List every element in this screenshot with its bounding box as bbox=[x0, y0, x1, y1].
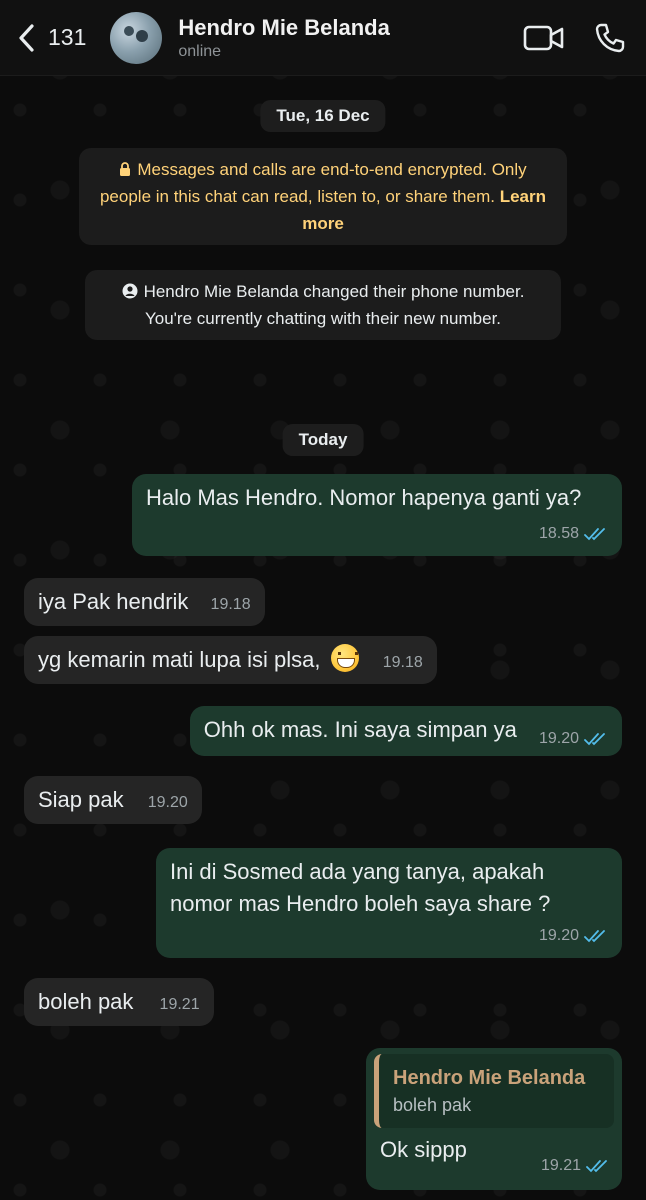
message-time: 19.21 bbox=[159, 996, 200, 1013]
message-time: 19.20 bbox=[538, 927, 579, 944]
message-time: 19.21 bbox=[540, 1157, 581, 1174]
date-separator: Tue, 16 Dec bbox=[260, 100, 386, 132]
message-meta: 19.21 bbox=[541, 1150, 610, 1182]
message-text: Ohh ok mas. Ini saya simpan ya bbox=[203, 717, 517, 742]
message-meta: 19.20 bbox=[539, 723, 608, 755]
contact-status: online bbox=[178, 42, 222, 60]
message-bubble-incoming[interactable]: Siap pak 19.20 bbox=[24, 776, 202, 824]
video-call-button[interactable] bbox=[522, 18, 566, 58]
message-meta: 19.20 bbox=[539, 920, 608, 952]
message-time: 19.18 bbox=[210, 596, 251, 613]
message-text: Ini di Sosmed ada yang tanya, apakah nom… bbox=[170, 859, 551, 916]
avatar[interactable] bbox=[110, 11, 163, 64]
double-check-icon bbox=[586, 1160, 607, 1173]
message-time: 19.20 bbox=[538, 730, 579, 747]
message-bubble-outgoing[interactable]: Ini di Sosmed ada yang tanya, apakah nom… bbox=[156, 848, 622, 958]
encryption-notice[interactable]: Messages and calls are end-to-end encryp… bbox=[79, 148, 567, 245]
message-text: boleh pak bbox=[38, 989, 134, 1014]
message-text: Ok sippp bbox=[380, 1137, 467, 1162]
double-check-icon bbox=[584, 733, 605, 746]
message-bubble-incoming[interactable]: yg kemarin mati lupa isi plsa, 19.18 bbox=[24, 636, 437, 684]
contact-name: Hendro Mie Belanda bbox=[178, 14, 390, 40]
grinning-face-emoji bbox=[330, 644, 359, 672]
message-bubble-incoming[interactable]: boleh pak 19.21 bbox=[24, 978, 214, 1026]
message-text: yg kemarin mati lupa isi plsa, bbox=[38, 647, 321, 672]
person-icon bbox=[122, 283, 138, 299]
message-time: 19.18 bbox=[382, 654, 423, 671]
message-meta: 18.58 bbox=[539, 518, 608, 550]
double-check-icon bbox=[584, 528, 605, 541]
contact-info[interactable]: Hendro Mie Belanda online bbox=[178, 15, 522, 61]
message-text: iya Pak hendrik bbox=[38, 589, 189, 614]
message-bubble-incoming[interactable]: iya Pak hendrik 19.18 bbox=[24, 578, 265, 626]
number-change-notice: Hendro Mie Belanda changed their phone n… bbox=[85, 270, 561, 340]
lock-icon bbox=[120, 162, 131, 176]
chat-area[interactable]: Tue, 16 Dec Messages and calls are end-t… bbox=[0, 76, 646, 1200]
message-text: Siap pak bbox=[38, 787, 124, 812]
phone-icon bbox=[595, 23, 625, 52]
video-camera-icon bbox=[523, 25, 564, 50]
back-button[interactable]: 131 bbox=[16, 23, 86, 53]
quoted-sender: Hendro Mie Belanda bbox=[393, 1067, 586, 1089]
message-bubble-outgoing[interactable]: Halo Mas Hendro. Nomor hapenya ganti ya?… bbox=[132, 474, 622, 556]
quoted-message[interactable]: Hendro Mie Belanda boleh pak bbox=[374, 1054, 614, 1128]
date-separator-today: Today bbox=[282, 424, 364, 456]
double-check-icon bbox=[584, 930, 605, 943]
message-time: 19.20 bbox=[147, 794, 188, 811]
voice-call-button[interactable] bbox=[588, 18, 632, 58]
encryption-notice-text: Messages and calls are end-to-end encryp… bbox=[99, 160, 527, 206]
number-change-text: Hendro Mie Belanda changed their phone n… bbox=[143, 282, 525, 328]
message-bubble-outgoing[interactable]: Ohh ok mas. Ini saya simpan ya 19.20 bbox=[189, 706, 622, 756]
chat-header: 131 Hendro Mie Belanda online bbox=[0, 0, 646, 76]
message-time: 18.58 bbox=[538, 525, 579, 542]
message-bubble-outgoing-reply[interactable]: Hendro Mie Belanda boleh pak Ok sippp 19… bbox=[366, 1048, 622, 1190]
message-text: Halo Mas Hendro. Nomor hapenya ganti ya? bbox=[146, 485, 582, 510]
quoted-text: boleh pak bbox=[393, 1095, 472, 1115]
unread-count: 131 bbox=[48, 24, 87, 50]
chevron-left-icon bbox=[19, 23, 34, 52]
